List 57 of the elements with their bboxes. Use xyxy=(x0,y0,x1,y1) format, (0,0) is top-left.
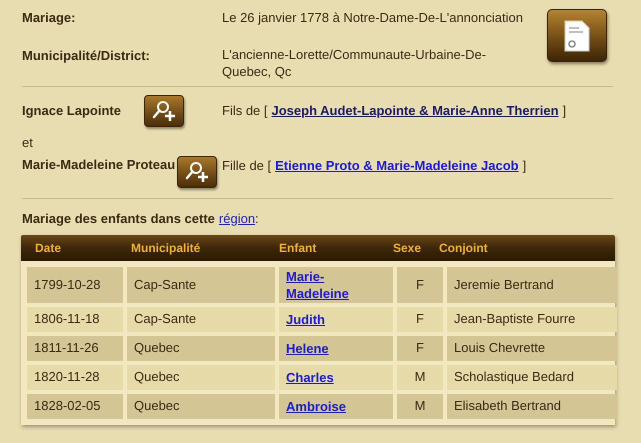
region-link[interactable]: région xyxy=(218,209,256,228)
parents-link[interactable]: Etienne Proto & Marie-Madeleine Jacob xyxy=(275,156,519,176)
table-cell: M xyxy=(397,394,443,418)
spouse-name: Ignace Lapointe xyxy=(22,102,122,120)
table-cell: 1799-10-28 xyxy=(27,266,123,302)
table-cell: Quebec xyxy=(127,364,275,390)
table-cell: Quebec xyxy=(127,336,275,360)
district-value: L'ancienne-Lorette/Communaute-Urbaine-De-Quebec, Qc xyxy=(222,46,488,80)
table-cell[interactable]: Charles xyxy=(279,364,393,390)
table-cell: Elisabeth Bertrand xyxy=(447,394,617,418)
conjunction-text: et xyxy=(22,134,34,152)
search-add-button[interactable] xyxy=(177,156,217,188)
table-cell: Scholastique Bedard xyxy=(447,364,617,390)
marriage-value: Le 26 janvier 1778 à Notre-Dame-De-L'annonciation xyxy=(222,9,524,27)
child-link[interactable]: Charles xyxy=(286,368,334,386)
table-cell: Jean-Baptiste Fourre xyxy=(447,306,617,332)
field-label: Municipalité/District: xyxy=(22,46,151,65)
table-cell[interactable]: Ambroise xyxy=(279,394,393,418)
spouse-name: Marie-Madeleine Proteau xyxy=(22,156,176,174)
search-add-button[interactable] xyxy=(144,94,184,126)
table-cell: Quebec xyxy=(127,394,275,418)
magnifier-plus-icon xyxy=(151,100,177,122)
bracket-text: ] xyxy=(562,102,566,120)
table-cell: 1828-02-05 xyxy=(27,394,123,418)
column-header: Enfant xyxy=(279,240,316,254)
section-title: Mariage des enfants dans cette xyxy=(22,210,215,228)
column-header: Date xyxy=(35,240,62,254)
child-link[interactable]: Ambroise xyxy=(286,398,346,414)
table-cell: Cap-Sante xyxy=(127,266,275,302)
document-button[interactable] xyxy=(547,9,607,62)
column-header: Municipalité xyxy=(131,240,200,254)
field-label: Mariage: xyxy=(22,9,76,27)
column-header: Sexe xyxy=(393,240,422,254)
table-cell[interactable]: Judith xyxy=(279,306,393,332)
colon-text: : xyxy=(255,210,259,228)
table-cell: 1811-11-26 xyxy=(27,336,123,360)
table-cell: 1806-11-18 xyxy=(27,306,123,332)
child-link[interactable]: Marie-Madeleine xyxy=(286,268,386,302)
child-link[interactable]: Judith xyxy=(286,310,325,328)
child-link[interactable]: Helene xyxy=(286,340,329,356)
table-cell: M xyxy=(397,364,443,390)
parents-link[interactable]: Joseph Audet-Lapointe & Marie-Anne Therrien xyxy=(272,100,559,120)
table-cell: F xyxy=(397,306,443,332)
column-header: Conjoint xyxy=(439,240,488,254)
magnifier-plus-icon xyxy=(184,161,210,183)
bracket-text: ] xyxy=(522,157,526,175)
table-cell[interactable]: Marie-Madeleine xyxy=(279,266,393,302)
table-cell: F xyxy=(397,266,443,302)
table-cell: Jeremie Bertrand xyxy=(447,266,617,302)
relation-text: Fille de [ xyxy=(222,157,272,175)
table-cell: F xyxy=(397,336,443,360)
table-cell: Louis Chevrette xyxy=(447,336,617,360)
table-cell: 1820-11-28 xyxy=(27,364,123,390)
document-icon xyxy=(563,18,591,52)
relation-text: Fils de [ xyxy=(222,102,268,120)
table-cell[interactable]: Helene xyxy=(279,336,393,360)
table-cell: Cap-Sante xyxy=(127,306,275,332)
